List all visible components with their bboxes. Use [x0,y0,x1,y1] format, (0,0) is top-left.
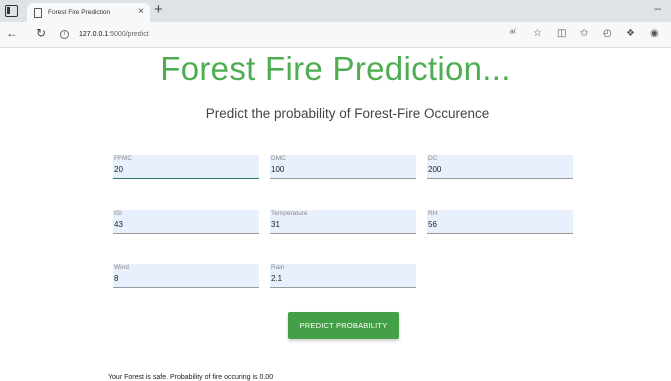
url-field[interactable]: i 127.0.0.1:5000/predict [60,26,500,43]
temperature-field[interactable]: Temperature [270,210,416,234]
dc-field[interactable]: DC [427,155,573,179]
site-info-icon[interactable]: i [60,30,69,39]
dmc-field[interactable]: DMC [270,155,416,179]
rain-field[interactable]: Rain [270,264,416,288]
favorites-icon[interactable]: ✩ [580,28,588,39]
rain-input[interactable] [270,271,410,285]
tab-title: Forest Fire Prediction [48,9,111,16]
rh-field[interactable]: RH [427,210,573,234]
page-content: Forest Fire Prediction... Predict the pr… [0,48,671,381]
rh-label: RH [428,210,438,217]
split-screen-icon[interactable]: ◫ [557,28,566,39]
browser-tab[interactable]: Forest Fire Prediction × [27,3,150,22]
dmc-input[interactable] [270,162,410,176]
wind-label: Wind [114,264,129,271]
prediction-result: Your Forest is safe. Probability of fire… [108,374,274,381]
rain-label: Rain [271,264,285,271]
ffmc-input[interactable] [113,162,253,176]
isi-label: ISI [114,210,122,217]
temperature-input[interactable] [270,217,410,231]
browser-tab-bar: Forest Fire Prediction × + – [0,0,671,22]
rh-input[interactable] [427,217,567,231]
dc-input[interactable] [427,162,567,176]
temperature-label: Temperature [271,210,308,217]
back-icon[interactable]: ← [6,26,18,40]
dc-label: DC [428,155,438,162]
predict-probability-button[interactable]: PREDICT PROBABILITY [288,312,399,339]
profile-icon[interactable]: ◉ [650,28,659,39]
url-host: 127.0.0.1 [79,31,109,38]
collections-icon[interactable]: ◴ [603,28,612,39]
page-icon [34,7,42,18]
page-title: Forest Fire Prediction... [160,50,511,87]
favorite-star-icon[interactable]: ☆ [533,28,542,39]
url-text: 127.0.0.1:5000/predict [79,31,149,38]
dmc-label: DMC [271,155,286,162]
tab-actions-icon[interactable] [5,5,18,17]
refresh-icon[interactable]: ↻ [36,26,46,40]
close-tab-icon[interactable]: × [138,6,144,17]
isi-input[interactable] [113,217,253,231]
wind-field[interactable]: Wind [113,264,259,288]
url-path: :5000/predict [108,31,149,38]
address-bar: ← ↻ i 127.0.0.1:5000/predict ᵃ⁽ ☆ ◫ ✩ ◴ … [0,22,671,48]
wind-input[interactable] [113,271,253,285]
minimize-button[interactable]: – [654,1,661,15]
ffmc-field[interactable]: FFMC [113,155,259,179]
extensions-icon[interactable]: ❖ [626,28,635,39]
isi-field[interactable]: ISI [113,210,259,234]
new-tab-button[interactable]: + [154,1,163,18]
read-aloud-icon[interactable]: ᵃ⁽ [510,28,516,39]
page-subtitle: Predict the probability of Forest-Fire O… [205,106,490,121]
ffmc-label: FFMC [114,155,133,162]
